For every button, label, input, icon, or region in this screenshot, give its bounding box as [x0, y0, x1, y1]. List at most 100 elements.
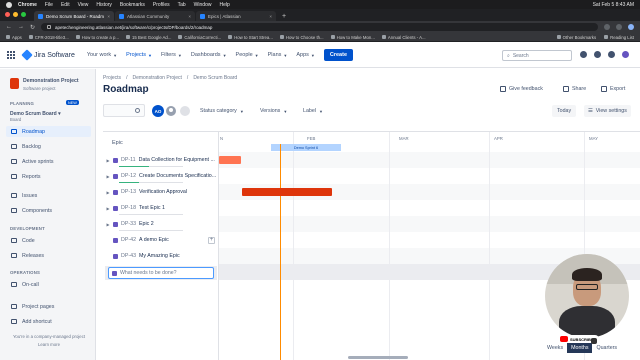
board-switcher[interactable]: Demo Scrum Board ▾ Board	[10, 111, 61, 123]
learn-more-link[interactable]: Learn more	[4, 341, 94, 349]
avatar-filter[interactable]: AO	[152, 105, 164, 117]
sprint-marker[interactable]: Demo Sprint 6	[271, 144, 341, 151]
new-tab-button[interactable]: +	[277, 11, 291, 21]
expand-icon[interactable]: ▶	[105, 206, 111, 211]
epic-row[interactable]: DP-43 My Amazing Epic	[103, 248, 219, 264]
epic-row[interactable]: ▶ DP-12 Create Documents Specificatio...	[103, 168, 219, 184]
sidebar-item-backlog[interactable]: Backlog	[6, 141, 91, 152]
menu-window[interactable]: Window	[194, 2, 212, 8]
menu-view[interactable]: View	[78, 2, 89, 8]
extension-icon[interactable]	[604, 24, 610, 30]
menu-edit[interactable]: Edit	[61, 2, 70, 8]
bookmark-item[interactable]: 15 Best Google Ad...	[125, 35, 171, 40]
address-bar[interactable]: apetechengineering.atlassian.net/jira/so…	[41, 23, 598, 31]
share-button[interactable]: Share	[563, 86, 586, 92]
menu-file[interactable]: File	[45, 2, 53, 8]
epic-row[interactable]: ▶ DP-33 Epic 2	[103, 216, 219, 232]
epic-row[interactable]: ▶ DP-11 Data Collection for Equipment ..…	[103, 152, 219, 168]
extension-icon[interactable]	[616, 24, 622, 30]
epic-row[interactable]: ▶ DP-13 Verification Approval	[103, 184, 219, 200]
sidebar-item-add-shortcut[interactable]: Add shortcut	[6, 316, 91, 327]
menu-app[interactable]: Chrome	[18, 2, 37, 8]
nav-dashboards[interactable]: Dashboards ▼	[191, 52, 227, 58]
profile-avatar[interactable]	[628, 24, 634, 30]
create-epic-input[interactable]: What needs to be done?	[108, 267, 214, 279]
view-quarters[interactable]: Quarters	[592, 343, 622, 353]
bookmark-item[interactable]: How to Start Strea...	[228, 35, 273, 40]
browser-tab[interactable]: Epics | Atlassian ×	[196, 11, 276, 21]
project-header[interactable]: Demonstration Project Software project	[10, 78, 79, 92]
sidebar-item-issues[interactable]: Issues	[6, 190, 91, 201]
close-tab-icon[interactable]: ×	[107, 14, 110, 19]
sidebar-item-releases[interactable]: Releases	[6, 250, 91, 261]
expand-icon[interactable]: ▶	[105, 190, 111, 195]
roadmap-search-input[interactable]	[103, 104, 145, 117]
bookmark-item[interactable]: How to create a p...	[75, 35, 119, 40]
epic-row[interactable]: ▶ DP-18 Test Epic 1	[103, 200, 219, 216]
give-feedback-button[interactable]: Give feedback	[500, 86, 543, 92]
minimize-window-icon[interactable]	[13, 12, 18, 17]
maximize-window-icon[interactable]	[21, 12, 26, 17]
sidebar-item-on-call[interactable]: On-call	[6, 279, 91, 290]
settings-icon[interactable]	[608, 51, 615, 58]
menu-help[interactable]: Help	[219, 2, 229, 8]
breadcrumb-item[interactable]: Demonstration Project	[132, 75, 181, 81]
versions-dropdown[interactable]: Versions ▼	[260, 108, 287, 114]
sidebar-item-reports[interactable]: Reports	[6, 171, 91, 182]
apple-icon[interactable]	[6, 1, 12, 8]
horizontal-scrollbar[interactable]	[348, 356, 408, 359]
nav-projects[interactable]: Projects ▼	[126, 52, 152, 58]
sidebar-item-components[interactable]: Components	[6, 205, 91, 216]
create-button[interactable]: Create	[323, 49, 354, 61]
avatar-filter[interactable]	[165, 105, 177, 117]
view-weeks[interactable]: Weeks	[543, 343, 568, 353]
reload-icon[interactable]: ↻	[30, 24, 35, 31]
nav-plans[interactable]: Plans ▼	[268, 52, 288, 58]
bookmark-item[interactable]: CaliforniaCorrecti...	[178, 35, 221, 40]
help-icon[interactable]	[594, 51, 601, 58]
expand-icon[interactable]: ▶	[105, 174, 111, 179]
search-input[interactable]: ⌕ Search	[502, 50, 572, 61]
bookmark-item[interactable]: Annual Clients - A...	[381, 35, 426, 40]
bookmark-item[interactable]: CFR-2018-title3...	[28, 35, 69, 40]
menu-tab[interactable]: Tab	[178, 2, 186, 8]
bookmark-item[interactable]: How to Choose th...	[279, 35, 324, 40]
sidebar-item-active-sprints[interactable]: Active sprints	[6, 156, 91, 167]
app-switcher-icon[interactable]	[7, 51, 15, 59]
notifications-icon[interactable]	[580, 51, 587, 58]
forward-icon[interactable]: →	[18, 24, 24, 30]
epic-bar-dp-11[interactable]	[219, 156, 241, 164]
jira-logo[interactable]: Jira Software	[21, 49, 75, 61]
menu-bookmarks[interactable]: Bookmarks	[120, 2, 145, 8]
user-avatar[interactable]	[622, 51, 629, 58]
reading-list[interactable]: Reading List	[604, 35, 634, 40]
close-tab-icon[interactable]: ×	[188, 14, 191, 19]
bookmark-item[interactable]: How to Make Mon...	[330, 35, 375, 40]
epic-row[interactable]: DP-42 A demo Epic +	[103, 232, 219, 248]
export-button[interactable]: Export	[601, 86, 625, 92]
breadcrumb-item[interactable]: Projects	[103, 75, 121, 81]
add-child-icon[interactable]: +	[208, 236, 215, 244]
epic-bar-dp-13[interactable]	[242, 188, 332, 196]
view-months[interactable]: Months	[567, 343, 593, 353]
nav-apps[interactable]: Apps ▼	[296, 52, 315, 58]
nav-filters[interactable]: Filters ▼	[161, 52, 182, 58]
menu-history[interactable]: History	[96, 2, 112, 8]
today-button[interactable]: Today	[552, 105, 577, 117]
back-icon[interactable]: ←	[6, 24, 12, 30]
browser-tab[interactable]: Atlassian Community ×	[115, 11, 195, 21]
add-people-icon[interactable]	[180, 106, 190, 116]
menu-profiles[interactable]: Profiles	[153, 2, 170, 8]
browser-tab[interactable]: Demo Scrum Board - Roadm ×	[34, 11, 114, 21]
sidebar-item-code[interactable]: Code	[6, 235, 91, 246]
expand-icon[interactable]: ▶	[105, 222, 111, 227]
breadcrumb-item[interactable]: Demo Scrum Board	[193, 75, 237, 81]
expand-icon[interactable]: ▶	[105, 158, 111, 163]
nav-people[interactable]: People ▼	[236, 52, 259, 58]
close-tab-icon[interactable]: ×	[269, 14, 272, 19]
other-bookmarks[interactable]: Other Bookmarks	[556, 35, 596, 40]
status-category-dropdown[interactable]: Status category ▼	[200, 108, 244, 114]
label-dropdown[interactable]: Label ▼	[303, 108, 323, 114]
view-settings-button[interactable]: ☰ View settings	[584, 105, 631, 117]
sidebar-item-project-pages[interactable]: Project pages	[6, 301, 91, 312]
